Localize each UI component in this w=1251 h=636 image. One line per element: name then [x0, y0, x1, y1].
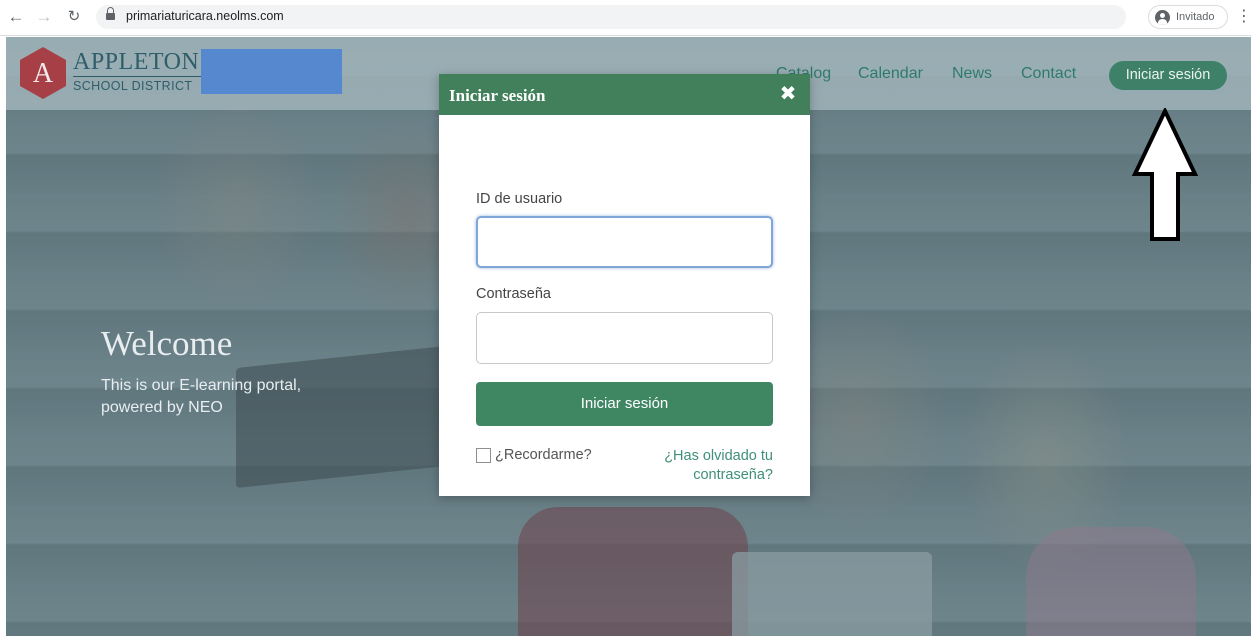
annotation-arrow-up-icon [1132, 108, 1198, 241]
page-viewport: A APPLETON SCHOOL DISTRICT Catalog Calen… [6, 37, 1251, 636]
password-label: Contraseña [476, 286, 551, 302]
username-input[interactable] [476, 216, 773, 268]
browser-toolbar: ← → ↻ primariaturicara.neolms.com Invita… [0, 0, 1251, 36]
address-bar[interactable]: primariaturicara.neolms.com [96, 5, 1126, 29]
logo-divider [73, 76, 201, 77]
username-label: ID de usuario [476, 191, 563, 207]
nav-link-calendar[interactable]: Calendar [858, 65, 923, 83]
modal-title: Iniciar sesión [449, 86, 546, 105]
lock-icon [106, 7, 115, 20]
login-submit-button[interactable]: Iniciar sesión [476, 382, 773, 426]
logo-text[interactable]: APPLETON SCHOOL DISTRICT [73, 49, 201, 93]
remember-checkbox[interactable] [476, 448, 491, 463]
logo-letter: A [32, 58, 54, 89]
logo-subtitle: SCHOOL DISTRICT [73, 79, 193, 93]
profile-icon [1155, 10, 1170, 25]
profile-label: Invitado [1176, 11, 1215, 23]
reload-icon[interactable]: ↻ [64, 7, 84, 27]
modal-header: Iniciar sesión ✖ [439, 74, 810, 115]
menu-kebab-icon[interactable]: ⋮ [1236, 7, 1251, 27]
back-arrow-icon[interactable]: ← [6, 7, 26, 27]
nav-link-contact[interactable]: Contact [1021, 65, 1076, 83]
logo-name: APPLETON [73, 49, 200, 75]
password-input[interactable] [476, 312, 773, 364]
welcome-text: This is our E-learning portal, powered b… [101, 377, 302, 416]
redaction-box [201, 49, 342, 94]
hero-photo-detail [732, 552, 932, 636]
logo-hexagon-icon[interactable]: A [20, 47, 66, 99]
hero-photo-detail [1026, 527, 1196, 636]
welcome-heading: Welcome [101, 324, 233, 363]
close-icon[interactable]: ✖ [778, 82, 798, 106]
header-login-button[interactable]: Iniciar sesión [1109, 61, 1227, 90]
forward-arrow-icon[interactable]: → [34, 7, 54, 27]
forgot-password-link[interactable]: ¿Has olvidado tu contraseña? [639, 447, 773, 485]
login-modal: Iniciar sesión ✖ ID de usuario Contraseñ… [439, 74, 810, 496]
remember-label[interactable]: ¿Recordarme? [495, 447, 592, 463]
hero-photo-detail [518, 507, 748, 636]
profile-button[interactable]: Invitado [1148, 5, 1228, 29]
nav-link-news[interactable]: News [952, 65, 992, 83]
address-url[interactable]: primariaturicara.neolms.com [126, 9, 284, 23]
